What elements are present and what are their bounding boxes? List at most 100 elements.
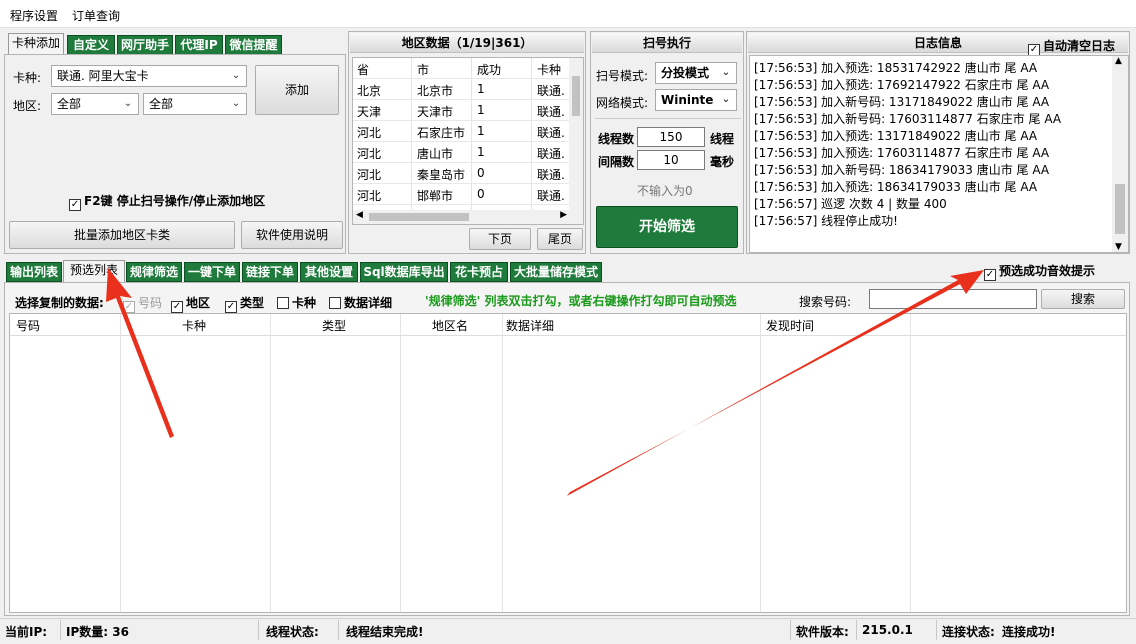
tab-preselect-list[interactable]: 预选列表 — [63, 260, 125, 282]
opt-region-checkbox[interactable]: ✓ 地区 — [171, 294, 210, 313]
card-type-select[interactable]: 联通. 阿里大宝卡 ⌄ — [51, 65, 247, 87]
status-version-value: 215.0.1 — [862, 623, 913, 637]
region-select-1[interactable]: 全部 ⌄ — [51, 93, 139, 115]
tab-wechat-remind[interactable]: 微信提醒 — [225, 35, 282, 55]
tab-proxy-ip[interactable]: 代理IP — [175, 35, 223, 55]
col-detail[interactable]: 数据详细 — [506, 317, 554, 334]
status-thread-label: 线程状态: — [266, 625, 319, 639]
scan-panel: 扫号执行 扫号模式: 分投模式 ⌄ 网络模式: Wininte ⌄ 线程数 150 … — [590, 31, 744, 254]
tab-custom[interactable]: 自定义 — [67, 35, 115, 55]
check-icon: ✓ — [225, 301, 237, 313]
opt-type-checkbox[interactable]: ✓ 类型 — [225, 294, 264, 313]
start-filter-button[interactable]: 开始筛选 — [596, 206, 738, 248]
tab-other-settings[interactable]: 其他设置 — [300, 262, 358, 282]
col-found-time[interactable]: 发现时间 — [766, 317, 814, 334]
region-grid[interactable]: 省 市 成功 卡种 北京 北京市 1 联通. 天津 天津市 1 联通. 河北 石家庄市 1 联通.… — [352, 57, 584, 225]
add-button[interactable]: 添加 — [255, 65, 339, 115]
tab-card-add[interactable]: 卡种添加 — [8, 33, 64, 55]
preselect-table[interactable]: 号码 卡种 类型 地区名 数据详细 发现时间 — [9, 313, 1127, 613]
sound-hint-label: 预选成功音效提示 — [999, 264, 1096, 278]
table-row[interactable]: 天津 天津市 1 联通. — [353, 100, 583, 121]
copy-select-label: 选择复制的数据: — [15, 296, 104, 310]
menu-bar: 程序设置 订单查询 — [0, 0, 1136, 28]
col-card[interactable]: 卡种 — [182, 317, 206, 334]
card-label: 卡种: — [13, 71, 42, 85]
col-type[interactable]: 类型 — [322, 317, 346, 334]
last-page-button[interactable]: 尾页 — [537, 228, 583, 250]
log-line: [17:56:57] 线程停止成功! — [754, 214, 898, 228]
status-ip-count: IP数量: 36 — [66, 625, 129, 639]
table-row[interactable]: 河北 邯郸市 0 联通. — [353, 184, 583, 205]
interval-input[interactable]: 10 — [637, 150, 705, 170]
log-scrollbar[interactable]: ▲ ▼ — [1112, 56, 1128, 252]
arrow-right-icon[interactable]: ▶ — [560, 210, 567, 220]
status-conn-value: 连接成功! — [1002, 625, 1056, 639]
sound-hint-checkbox[interactable]: ✓ 预选成功音效提示 — [984, 262, 1095, 281]
f2-stop-checkbox[interactable]: ✓ F2键 停止扫号操作/停止添加地区 — [69, 192, 265, 211]
horizontal-scrollbar[interactable]: ◀ ▶ — [353, 210, 583, 224]
check-icon: ✓ — [984, 269, 996, 281]
check-icon: ✓ — [123, 301, 135, 313]
auto-clear-checkbox[interactable]: ✓ 自动清空日志 — [1027, 37, 1115, 56]
menu-order-query[interactable]: 订单查询 — [72, 7, 120, 24]
chevron-down-icon: ⌄ — [721, 67, 731, 78]
opt-number-checkbox[interactable]: ✓ 号码 — [123, 294, 162, 313]
arrow-down-icon[interactable]: ▼ — [1115, 242, 1122, 252]
manual-button[interactable]: 软件使用说明 — [241, 221, 343, 249]
col-number[interactable]: 号码 — [16, 317, 40, 334]
col-region[interactable]: 地区名 — [432, 317, 468, 334]
opt-card-checkbox[interactable]: 卡种 — [277, 294, 316, 311]
net-mode-label: 网络模式: — [596, 96, 649, 110]
scan-mode-select[interactable]: 分投模式 ⌄ — [655, 62, 737, 84]
tab-sql-export[interactable]: Sql数据库导出 — [360, 262, 448, 282]
arrow-left-icon[interactable]: ◀ — [356, 210, 363, 220]
log-line: [17:56:53] 加入新号码: 18634179033 唐山市 尾 AA — [754, 163, 1050, 177]
opt-detail-checkbox[interactable]: 数据详细 — [329, 294, 392, 311]
status-version-label: 软件版本: — [796, 625, 849, 639]
log-line: [17:56:53] 加入新号码: 17603114877 石家庄市 尾 AA — [754, 112, 1062, 126]
interval-unit: 毫秒 — [710, 155, 735, 169]
tab-hall-assistant[interactable]: 网厅助手 — [117, 35, 173, 55]
threads-input[interactable]: 150 — [637, 127, 705, 147]
tab-rule-filter[interactable]: 规律筛选 — [126, 262, 182, 282]
log-line: [17:56:53] 加入预选: 17603114877 石家庄市 尾 AA — [754, 146, 1050, 160]
card-add-panel: 卡种: 联通. 阿里大宝卡 ⌄ 地区: 全部 ⌄ 全部 ⌄ 添加 ✓ F2键 停止扫号操… — [4, 54, 346, 254]
menu-program-settings[interactable]: 程序设置 — [10, 7, 58, 24]
region-select-2[interactable]: 全部 ⌄ — [143, 93, 247, 115]
table-row[interactable]: 河北 石家庄市 1 联通. — [353, 121, 583, 142]
vertical-scrollbar[interactable] — [569, 58, 583, 210]
tab-output-list[interactable]: 输出列表 — [6, 262, 62, 282]
status-conn-label: 连接状态: — [942, 625, 995, 639]
log-line: [17:56:53] 加入预选: 13171849022 唐山市 尾 AA — [754, 129, 1038, 143]
status-ip-label: 当前IP: — [5, 625, 48, 639]
check-icon: ✓ — [69, 199, 81, 211]
region-data-panel: 地区数据（1/19|361） 省 市 成功 卡种 北京 北京市 1 联通. 天津 天津市… — [348, 31, 586, 254]
log-list[interactable]: [17:56:53] 加入预选: 18531742922 唐山市 尾 AA [1… — [749, 55, 1129, 253]
input-hint: 不输入为0 — [637, 184, 693, 198]
table-row[interactable]: 河北 唐山市 1 联通. — [353, 142, 583, 163]
log-line: [17:56:53] 加入新号码: 13171849022 唐山市 尾 AA — [754, 95, 1050, 109]
tab-one-click-order[interactable]: 一键下单 — [184, 262, 240, 282]
search-button[interactable]: 搜索 — [1041, 289, 1125, 309]
net-mode-select[interactable]: Wininte ⌄ — [655, 89, 737, 111]
table-row[interactable]: 北京 北京市 1 联通. — [353, 79, 583, 100]
search-label: 搜索号码: — [799, 295, 852, 309]
search-input[interactable] — [869, 289, 1037, 309]
batch-add-region-button[interactable]: 批量添加地区卡类 — [9, 221, 235, 249]
log-line: [17:56:53] 加入预选: 17692147922 石家庄市 尾 AA — [754, 78, 1050, 92]
tab-flower-card[interactable]: 花卡预占 — [450, 262, 508, 282]
tab-link-order[interactable]: 链接下单 — [242, 262, 298, 282]
interval-label: 间隔数 — [598, 155, 635, 169]
scan-panel-title: 扫号执行 — [592, 33, 742, 53]
preselect-panel: 选择复制的数据: ✓ 号码 ✓ 地区 ✓ 类型 卡种 数据详细 '规律筛选' 列表双击… — [4, 282, 1130, 616]
next-page-button[interactable]: 下页 — [469, 228, 531, 250]
table-row[interactable]: 河北 秦皇岛市 0 联通. — [353, 163, 583, 184]
arrow-up-icon[interactable]: ▲ — [1115, 56, 1122, 66]
tab-bulk-storage[interactable]: 大批量储存模式 — [510, 262, 602, 282]
chevron-down-icon: ⌄ — [231, 98, 241, 109]
log-line: [17:56:53] 加入预选: 18531742922 唐山市 尾 AA — [754, 61, 1038, 75]
chevron-down-icon: ⌄ — [123, 98, 133, 109]
log-line: [17:56:53] 加入预选: 18634179033 唐山市 尾 AA — [754, 180, 1038, 194]
region-grid-header: 省 市 成功 卡种 — [353, 58, 583, 79]
table-header: 号码 卡种 类型 地区名 数据详细 发现时间 — [10, 314, 1126, 336]
